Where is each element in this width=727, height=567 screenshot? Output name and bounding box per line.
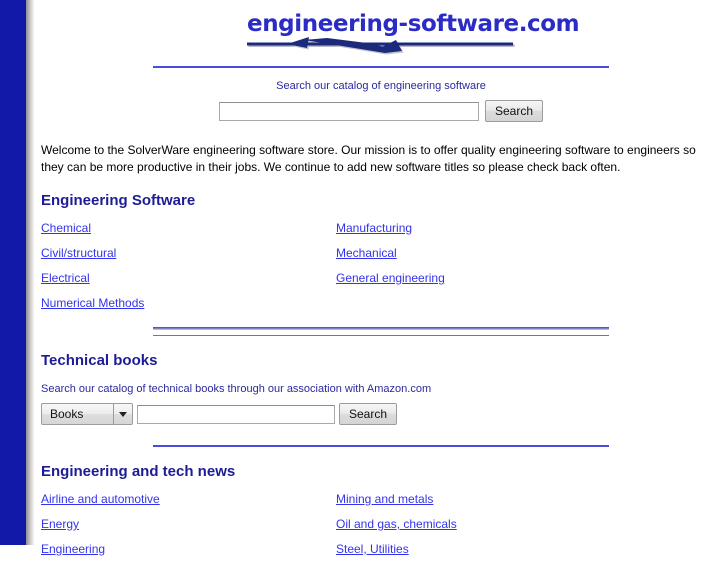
books-category-selected-label: Books — [50, 407, 84, 421]
software-section-title: Engineering Software — [41, 192, 196, 209]
list-item: Civil/structural — [41, 246, 336, 260]
site-header: engineering-software.com — [35, 0, 727, 58]
divider-news — [153, 445, 609, 447]
software-links-left-column: Chemical Civil/structural Electrical Num… — [41, 221, 336, 321]
catalog-search-block: Search our catalog of engineering softwa… — [35, 68, 727, 122]
list-item: Engineering — [41, 542, 336, 556]
software-links-right-column: Manufacturing Mechanical General enginee… — [336, 221, 631, 321]
books-search-caption: Search our catalog of technical books th… — [41, 383, 432, 395]
list-item: Steel, Utilities — [336, 542, 631, 556]
swoosh-arrow-icon — [247, 37, 515, 55]
news-section-title: Engineering and tech news — [41, 463, 236, 480]
link-mechanical[interactable]: Mechanical — [336, 246, 397, 260]
list-item: Oil and gas, chemicals — [336, 517, 631, 531]
link-civil-structural[interactable]: Civil/structural — [41, 246, 116, 260]
books-search-row: Books Search — [41, 403, 727, 425]
list-item: Mechanical — [336, 246, 631, 260]
books-section-title: Technical books — [41, 352, 158, 369]
list-item: General engineering — [336, 271, 631, 285]
link-chemical[interactable]: Chemical — [41, 221, 91, 235]
books-search-input[interactable] — [137, 404, 335, 424]
catalog-search-button[interactable]: Search — [484, 100, 544, 122]
list-item: Energy — [41, 517, 336, 531]
chevron-down-icon[interactable] — [113, 404, 132, 424]
list-item: Numerical Methods — [41, 296, 336, 310]
divider-books-top — [153, 327, 609, 330]
books-search-button[interactable]: Search — [339, 403, 398, 425]
left-bar-shadow — [26, 0, 35, 545]
page-content: engineering-software.com Search our cata… — [35, 0, 727, 556]
news-links-left-column: Airline and automotive Energy Engineerin… — [41, 492, 336, 567]
intro-paragraph: Welcome to the SolverWare engineering so… — [41, 143, 696, 174]
link-mining-and-metals[interactable]: Mining and metals — [336, 492, 433, 506]
catalog-search-caption: Search our catalog of engineering softwa… — [276, 80, 486, 92]
list-item: Airline and automotive — [41, 492, 336, 506]
link-general-engineering[interactable]: General engineering — [336, 271, 445, 285]
news-links: Airline and automotive Energy Engineerin… — [35, 492, 727, 567]
link-oil-and-gas-chemicals[interactable]: Oil and gas, chemicals — [336, 517, 457, 531]
site-logo[interactable]: engineering-software.com — [247, 10, 580, 58]
link-electrical[interactable]: Electrical — [41, 271, 90, 285]
left-blue-bar — [0, 0, 26, 545]
site-logo-text: engineering-software.com — [247, 11, 580, 37]
list-item: Manufacturing — [336, 221, 631, 235]
link-steel-utilities[interactable]: Steel, Utilities — [336, 542, 409, 556]
catalog-search-row: Search — [35, 100, 727, 122]
list-item: Chemical — [41, 221, 336, 235]
list-item: Mining and metals — [336, 492, 631, 506]
link-engineering[interactable]: Engineering — [41, 542, 105, 556]
link-energy[interactable]: Energy — [41, 517, 79, 531]
news-links-right-column: Mining and metals Oil and gas, chemicals… — [336, 492, 631, 567]
link-numerical-methods[interactable]: Numerical Methods — [41, 296, 144, 310]
list-item: Electrical — [41, 271, 336, 285]
link-manufacturing[interactable]: Manufacturing — [336, 221, 412, 235]
software-links: Chemical Civil/structural Electrical Num… — [35, 221, 727, 321]
link-airline-and-automotive[interactable]: Airline and automotive — [41, 492, 160, 506]
catalog-search-input[interactable] — [218, 101, 479, 121]
books-category-select[interactable]: Books — [41, 403, 133, 425]
divider-books-bottom — [153, 335, 609, 336]
